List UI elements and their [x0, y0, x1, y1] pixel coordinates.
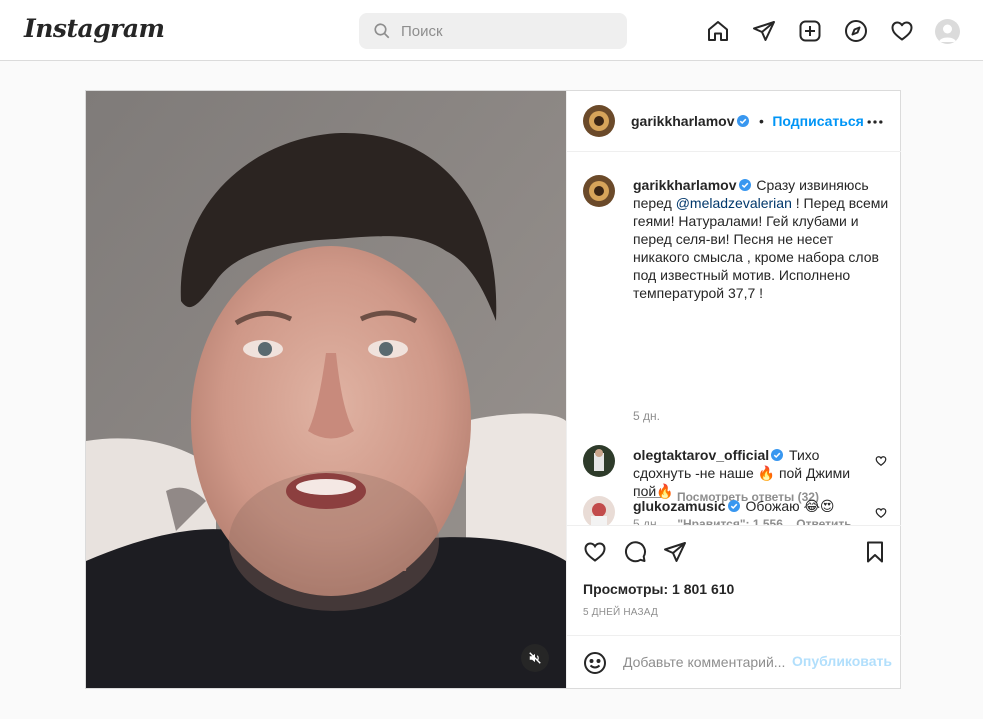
caption-username[interactable]: garikkharlamov — [633, 177, 737, 193]
more-options-icon[interactable] — [865, 112, 885, 132]
add-comment-bar: Опубликовать — [567, 635, 901, 688]
video-frame-image — [86, 91, 566, 688]
post-card: garikkharlamov • Подписаться garikkharla… — [85, 90, 901, 689]
mute-button[interactable] — [521, 644, 549, 672]
commenter-avatar[interactable] — [583, 445, 615, 477]
muted-speaker-icon — [529, 652, 541, 664]
commenter-avatar-image — [583, 496, 615, 525]
post-date: 5 ДНЕЙ НАЗАД — [583, 607, 658, 618]
search-box[interactable] — [359, 13, 627, 49]
mention-link[interactable]: @meladzevalerian — [676, 195, 792, 211]
separator-dot: • — [758, 113, 764, 129]
home-icon[interactable] — [706, 19, 730, 43]
like-heart-icon[interactable] — [583, 540, 607, 564]
save-bookmark-icon[interactable] — [863, 540, 887, 564]
caption-time: 5 дн. — [633, 409, 660, 423]
caption-author-avatar[interactable] — [583, 175, 615, 207]
comment-text: glukozamusic Обожаю 😂😍 — [633, 497, 863, 515]
instagram-logo[interactable]: Instagram — [24, 14, 165, 43]
verified-badge-icon — [738, 179, 751, 191]
author-avatar[interactable] — [583, 105, 615, 137]
new-post-icon[interactable] — [798, 19, 822, 43]
default-avatar-icon — [939, 24, 956, 42]
emoji-icon[interactable] — [583, 651, 607, 675]
verified-badge-icon — [771, 449, 784, 461]
author-username[interactable]: garikkharlamov — [631, 113, 735, 129]
comment-row-clip: glukozamusic Обожаю 😂😍 — [567, 491, 901, 525]
comment-username[interactable]: glukozamusic — [633, 498, 726, 514]
add-comment-input[interactable] — [623, 648, 793, 676]
profile-avatar[interactable] — [935, 19, 960, 44]
author-avatar-image — [583, 105, 615, 137]
comments-list[interactable]: garikkharlamov Сразу извиняюсь перед @me… — [567, 152, 901, 525]
comment-bubble-icon[interactable] — [623, 540, 647, 564]
verified-badge-icon — [727, 500, 740, 512]
publish-button[interactable]: Опубликовать — [792, 653, 892, 669]
views-count[interactable]: Просмотры: 1 801 610 — [583, 581, 734, 597]
search-input[interactable] — [401, 13, 611, 49]
top-navigation-bar: Instagram — [0, 0, 983, 61]
caption-avatar-image — [583, 175, 615, 207]
post-header: garikkharlamov • Подписаться — [567, 91, 901, 152]
post-video[interactable] — [86, 91, 566, 688]
comment-body: Обожаю 😂😍 — [745, 498, 835, 514]
verified-badge-icon — [736, 115, 749, 127]
activity-heart-icon[interactable] — [890, 19, 914, 43]
like-comment-heart-icon[interactable] — [875, 455, 887, 467]
search-icon — [374, 23, 390, 39]
share-icon[interactable] — [663, 540, 687, 564]
comment-username[interactable]: olegtaktarov_official — [633, 447, 769, 463]
commenter-avatar-image — [583, 445, 615, 477]
like-comment-heart-icon[interactable] — [875, 507, 887, 519]
commenter-avatar[interactable] — [583, 496, 615, 525]
post-actions: Просмотры: 1 801 610 5 ДНЕЙ НАЗАД — [567, 525, 901, 635]
explore-icon[interactable] — [844, 19, 868, 43]
post-sidebar: garikkharlamov • Подписаться garikkharla… — [566, 91, 901, 688]
caption-text: garikkharlamov Сразу извиняюсь перед @me… — [633, 176, 889, 302]
direct-icon[interactable] — [752, 19, 776, 43]
follow-button[interactable]: Подписаться — [772, 113, 864, 129]
